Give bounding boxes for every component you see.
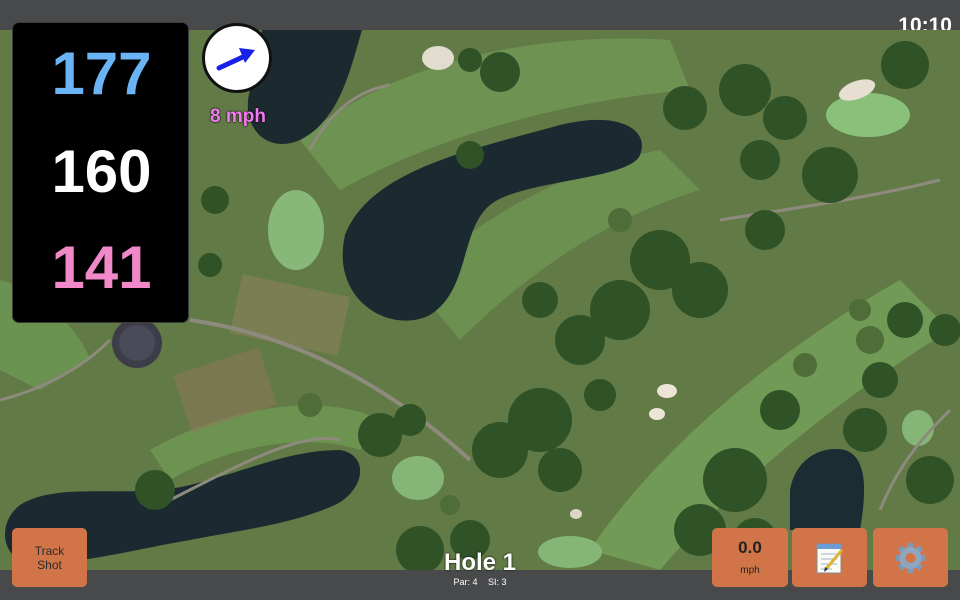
track-shot-button[interactable]: Track Shot [12, 528, 87, 587]
hole-par: Par: 4 [453, 577, 478, 587]
notepad-icon [816, 543, 844, 574]
wind-direction-indicator [202, 23, 272, 93]
distance-panel: 177 160 141 [12, 22, 189, 323]
distance-back: 177 [51, 40, 152, 107]
track-shot-label: Track Shot [34, 544, 65, 572]
speed-unit: mph [740, 565, 760, 576]
distance-middle: 160 [51, 138, 152, 205]
wind-direction-arrow-icon [216, 48, 255, 71]
scorecard-notes-button[interactable] [792, 528, 867, 587]
swing-speed-button[interactable]: 0.0 mph [712, 528, 788, 587]
gear-icon [895, 543, 926, 573]
hole-info: Par: 4 SI: 3 [380, 577, 580, 587]
wind-speed-label: 8 mph [210, 106, 266, 127]
hole-stroke-index: SI: 3 [488, 577, 507, 587]
settings-button[interactable] [873, 528, 948, 587]
hole-title: Hole 1 [443, 549, 517, 576]
speed-value: 0.0 [738, 538, 762, 557]
distance-front: 141 [51, 234, 152, 301]
